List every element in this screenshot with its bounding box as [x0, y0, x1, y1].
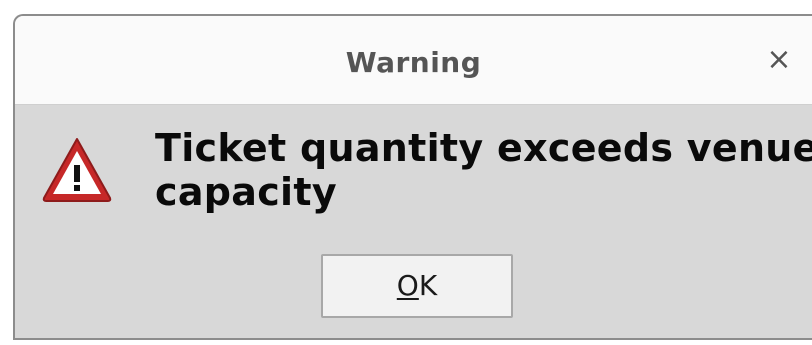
ok-button[interactable]: OK	[321, 254, 513, 318]
dialog-title: Warning	[345, 46, 482, 79]
warning-triangle-icon	[42, 138, 112, 202]
warning-dialog: Warning × Ticket quantity exceeds venue …	[13, 14, 812, 340]
dialog-titlebar[interactable]: Warning ×	[15, 16, 812, 105]
ok-button-mnemonic: O	[396, 269, 419, 302]
ok-button-label: K	[418, 269, 438, 302]
warning-message: Ticket quantity exceeds venue capacity	[155, 126, 812, 214]
close-button[interactable]: ×	[761, 42, 797, 78]
